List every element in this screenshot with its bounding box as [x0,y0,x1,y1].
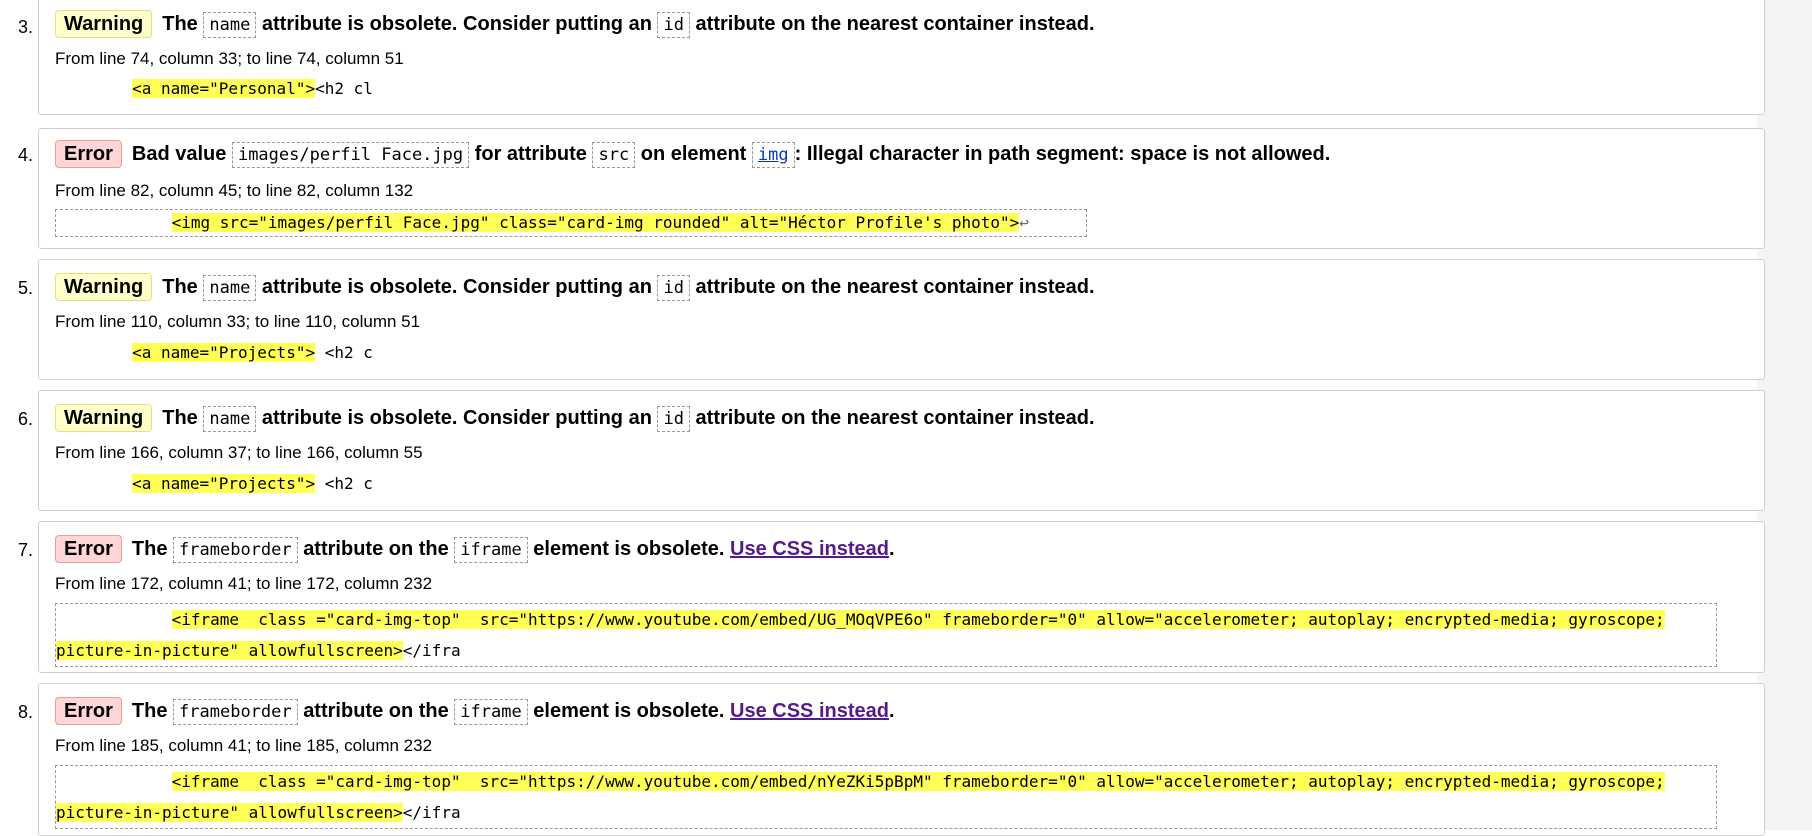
code-name: name [203,12,257,38]
extract-highlight: <a name="Projects"> [132,343,316,362]
return-glyph-icon: ↩ [1019,213,1029,232]
source-extract: <iframe class ="card-img-top" src="https… [55,765,1717,829]
code-id: id [657,406,690,432]
error-badge: Error [55,697,122,725]
warning-badge: Warning [55,404,153,432]
result-card: Error Bad value images/perfil Face.jpg fo… [38,128,1765,249]
result-number: 7. [18,540,34,560]
page-margin [1757,0,1812,830]
source-extract: <iframe class ="card-img-top" src="https… [55,603,1717,667]
code-element[interactable]: img [751,142,795,168]
result-card: Warning The name attribute is obsolete. C… [38,259,1765,380]
code-element: iframe [454,537,528,563]
message-text: . [888,700,895,722]
message-text: . [888,538,895,560]
result-number: 8. [18,702,34,722]
message-text: on element [640,143,747,165]
extract-trail: <h2 c [315,343,373,362]
use-css-link[interactable]: Use CSS instead [730,700,889,722]
result-number: 6. [18,409,34,429]
message-text: The [162,13,198,35]
use-css-link[interactable]: Use CSS instead [730,538,889,560]
message-text: for attribute [474,143,587,165]
extract-indent [56,213,172,232]
code-id: id [657,275,690,301]
extract-trail: </ifra [402,641,461,660]
code-id: id [657,12,690,38]
message-text: attribute on the [303,538,449,560]
message-line: Error The frameborder attribute on the if… [55,534,895,565]
error-badge: Error [55,535,122,563]
location-text: From line 172, column 41; to line 172, c… [55,574,433,593]
code-name: name [203,406,257,432]
message-line: Warning The name attribute is obsolete. C… [55,272,1095,303]
message-line: Warning The name attribute is obsolete. C… [55,403,1095,434]
code-value: images/perfil Face.jpg [231,142,470,168]
code-attr: frameborder [173,699,298,725]
extract-indent [55,79,132,98]
location-text: From line 110, column 33; to line 110, c… [55,312,421,331]
result-number: 3. [18,17,34,37]
code-name: name [203,275,257,301]
extract-trail: </ifra [402,803,461,822]
extract-indent [55,343,132,362]
message-text: Bad value [131,143,227,165]
message-line: Error Bad value images/perfil Face.jpg fo… [55,139,1330,170]
extract-highlight: <iframe class ="card-img-top" src="https… [171,610,1665,629]
warning-badge: Warning [55,10,153,38]
message-text: The [131,538,168,560]
code-attr: src [592,142,636,168]
message-text: The [131,700,168,722]
extract-highlight: picture-in-picture" allowfullscreen> [56,803,403,822]
extract-trail: <h2 c [315,474,373,493]
message-text: attribute on the nearest container inste… [695,13,1095,35]
result-card: Error The frameborder attribute on the if… [38,521,1765,673]
message-text: The [162,276,198,298]
message-text: attribute on the [303,700,449,722]
message-text: The [162,407,198,429]
location-text: From line 185, column 41; to line 185, c… [55,736,433,755]
message-text: attribute is obsolete. Consider putting … [261,13,652,35]
extract-indent [56,772,172,791]
message-text: attribute on the nearest container inste… [695,276,1095,298]
code-element: iframe [454,699,528,725]
source-extract: <a name="Projects"> <h2 c [55,337,373,368]
warning-badge: Warning [55,273,153,301]
extract-indent [55,474,132,493]
extract-highlight: <a name="Personal"> [132,79,316,98]
location-text: From line 166, column 37; to line 166, c… [55,443,423,462]
message-text: attribute is obsolete. Consider putting … [261,276,652,298]
source-extract: <img src="images/perfil Face.jpg" class=… [55,209,1087,237]
message-text: element is obsolete. [533,538,725,560]
message-text: : Illegal character in path segment: spa… [794,143,1331,165]
img-element-link[interactable]: img [758,145,789,165]
message-line: Warning The name attribute is obsolete. C… [55,9,1095,40]
source-extract: <a name="Projects"> <h2 c [55,468,373,499]
location-text: From line 82, column 45; to line 82, col… [55,181,414,200]
result-card: Warning The name attribute is obsolete. C… [38,0,1765,115]
result-card: Warning The name attribute is obsolete. C… [38,390,1765,511]
extract-highlight: <a name="Projects"> [132,474,316,493]
extract-trail: <h2 cl [315,79,373,98]
extract-highlight: <img src="images/perfil Face.jpg" class=… [171,213,1020,232]
message-line: Error The frameborder attribute on the if… [55,696,895,727]
message-text: element is obsolete. [533,700,725,722]
error-badge: Error [55,140,122,168]
message-text: attribute on the nearest container inste… [695,407,1095,429]
extract-highlight: picture-in-picture" allowfullscreen> [56,641,403,660]
code-attr: frameborder [173,537,298,563]
result-number: 5. [18,278,34,298]
source-extract: <a name="Personal"><h2 cl [55,73,373,104]
result-number: 4. [18,145,34,165]
extract-indent [56,610,172,629]
message-text: attribute is obsolete. Consider putting … [261,407,652,429]
result-card: Error The frameborder attribute on the if… [38,683,1765,836]
extract-highlight: <iframe class ="card-img-top" src="https… [171,772,1665,791]
location-text: From line 74, column 33; to line 74, col… [55,49,404,68]
